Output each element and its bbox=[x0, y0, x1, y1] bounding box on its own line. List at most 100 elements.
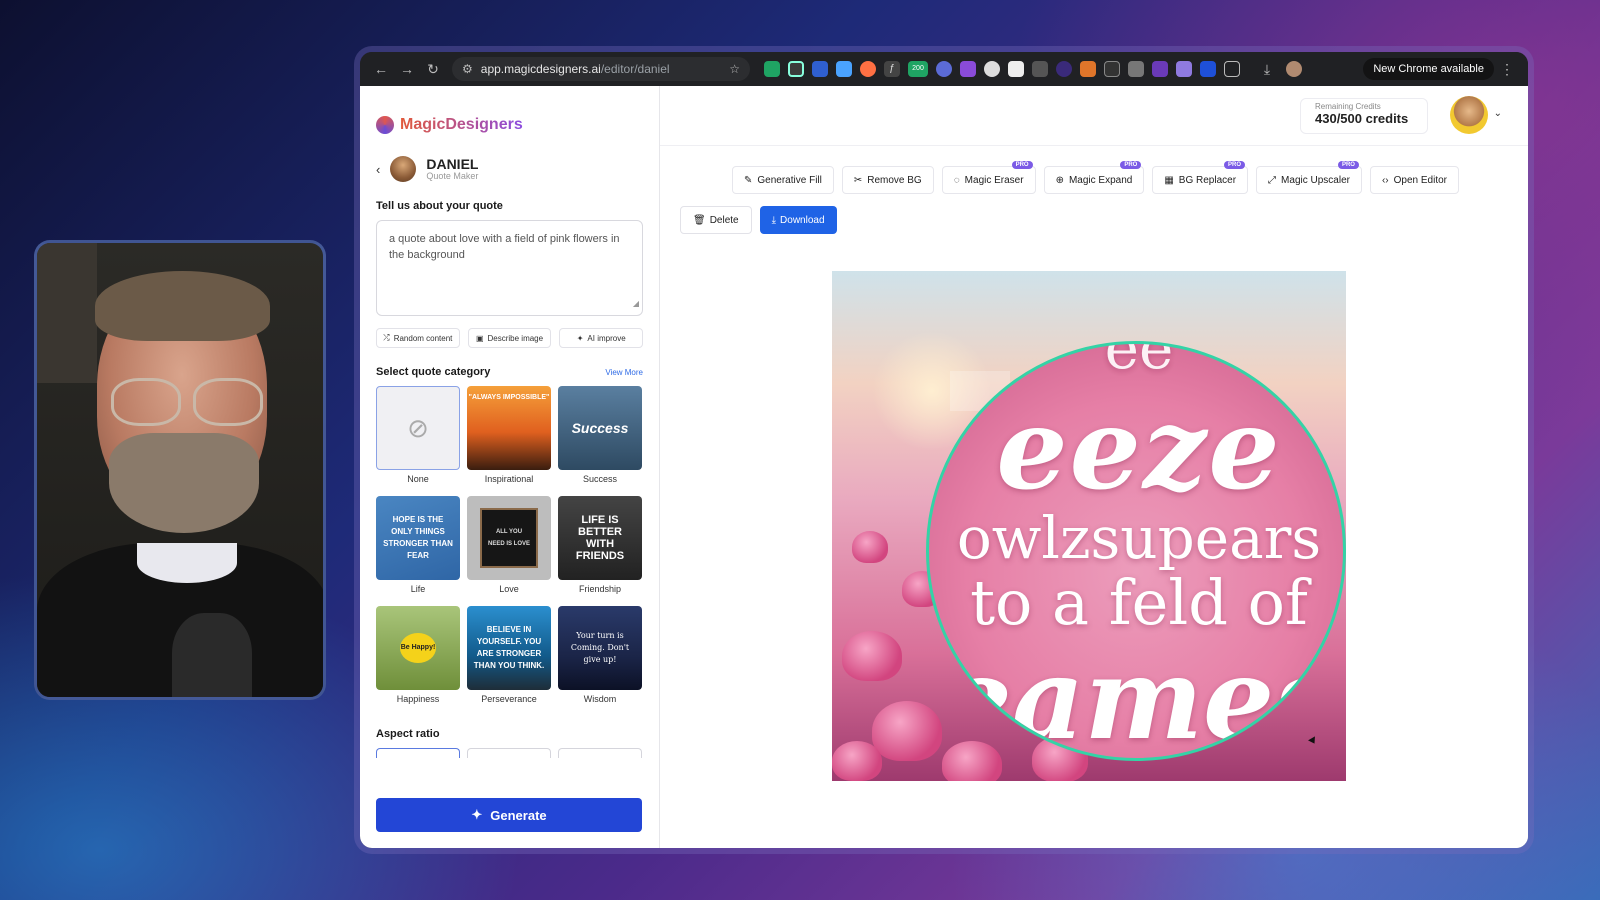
extension-icon[interactable] bbox=[1032, 61, 1048, 77]
category-thumbnail: Your turn is Coming. Don't give up! bbox=[558, 606, 642, 690]
category-label: Wisdom bbox=[583, 694, 617, 704]
menu-kebab-icon[interactable]: ⋮ bbox=[1494, 61, 1520, 78]
category-wisdom[interactable]: Your turn is Coming. Don't give up! Wisd… bbox=[558, 606, 642, 704]
category-inspirational[interactable]: "ALWAYS IMPOSSIBLE" Inspirational bbox=[467, 386, 551, 484]
left-panel: MagicDesigners ‹ DANIEL Quote Maker Tell… bbox=[360, 86, 660, 848]
extension-icon[interactable] bbox=[984, 61, 1000, 77]
address-bar[interactable]: ⚙ app.magicdesigners.ai/editor/daniel ☆ bbox=[452, 57, 750, 81]
tulip bbox=[832, 741, 882, 781]
describe-image-button[interactable]: ▣ Describe image bbox=[467, 328, 552, 348]
extension-icon[interactable] bbox=[764, 61, 780, 77]
extension-icon[interactable] bbox=[960, 61, 976, 77]
extension-badge-icon[interactable]: 200 bbox=[908, 61, 928, 77]
generate-label: Generate bbox=[490, 807, 547, 823]
bookmark-star-icon[interactable]: ☆ bbox=[729, 62, 740, 76]
category-happiness[interactable]: Be Happy! Happiness bbox=[376, 606, 460, 704]
remove-bg-button[interactable]: ✂ Remove BG bbox=[841, 166, 934, 194]
new-chrome-button[interactable]: New Chrome available bbox=[1363, 58, 1494, 80]
edit-toolbar: ✎ Generative Fill ✂ Remove BG ◌ Magic Erase… bbox=[732, 161, 1460, 194]
image-actions: 🗑 Delete ⤓ Download bbox=[680, 206, 837, 234]
delete-button[interactable]: 🗑 Delete bbox=[680, 206, 752, 234]
extension-icon[interactable]: ƒ bbox=[884, 61, 900, 77]
background-shelf bbox=[37, 243, 97, 383]
generative-fill-button[interactable]: ✎ Generative Fill bbox=[732, 166, 834, 194]
extension-icon[interactable] bbox=[1056, 61, 1072, 77]
credits-value: 430/500 credits bbox=[1315, 111, 1409, 126]
resize-handle-icon[interactable]: ◢ bbox=[633, 296, 639, 312]
extension-icon[interactable] bbox=[1104, 61, 1120, 77]
magic-expand-button[interactable]: ⊕ Magic Expand PRO bbox=[1043, 161, 1145, 194]
eraser-icon: ◌ bbox=[953, 174, 960, 186]
no-category-icon: ⊘ bbox=[376, 386, 460, 470]
aspect-ratio-option[interactable] bbox=[558, 748, 642, 758]
extension-icon[interactable] bbox=[812, 61, 828, 77]
image-icon: ▣ bbox=[475, 333, 484, 343]
quote-line: eames bbox=[940, 634, 1338, 761]
generate-button[interactable]: ✦ Generate bbox=[376, 798, 642, 832]
magic-wand-icon: ✎ bbox=[744, 174, 753, 186]
chevron-left-icon[interactable]: ‹ bbox=[376, 162, 380, 177]
category-life[interactable]: HOPE IS THE ONLY THINGS STRONGER THAN FE… bbox=[376, 496, 460, 594]
extension-icon[interactable] bbox=[1008, 61, 1024, 77]
presenter-hair bbox=[95, 271, 270, 341]
user-avatar[interactable] bbox=[1450, 96, 1488, 134]
extension-icon[interactable] bbox=[1080, 61, 1096, 77]
editor-area: Remaining Credits 430/500 credits ⌄ ✎ Gen… bbox=[660, 86, 1528, 848]
extension-icon[interactable] bbox=[1176, 61, 1192, 77]
random-content-button[interactable]: ⤮ Random content bbox=[376, 328, 460, 348]
magic-eraser-button[interactable]: ◌ Magic Eraser PRO bbox=[941, 161, 1036, 194]
category-label: Inspirational bbox=[484, 474, 534, 484]
scissors-icon: ✂ bbox=[853, 174, 863, 186]
extension-icon[interactable] bbox=[788, 61, 804, 77]
extensions-puzzle-icon[interactable] bbox=[1224, 61, 1240, 77]
chevron-down-icon[interactable]: ⌄ bbox=[1494, 108, 1502, 119]
webcam-overlay bbox=[34, 240, 326, 700]
category-grid: ⊘ None "ALWAYS IMPOSSIBLE" Inspirational… bbox=[376, 386, 643, 704]
site-settings-icon[interactable]: ⚙ bbox=[462, 62, 473, 76]
trash-icon: 🗑 bbox=[693, 214, 706, 226]
category-header: Select quote category View More bbox=[376, 366, 643, 378]
forward-arrow-icon[interactable]: → bbox=[394, 61, 420, 77]
extension-icon[interactable] bbox=[1152, 61, 1168, 77]
view-more-link[interactable]: View More bbox=[605, 368, 643, 377]
generated-image[interactable]: ee eeze owlzsupears to a feld of eames bbox=[832, 271, 1346, 781]
quote-textarea[interactable]: a quote about love with a field of pink … bbox=[376, 220, 643, 316]
extension-icon[interactable] bbox=[860, 61, 876, 77]
download-icon[interactable]: ⤓ bbox=[1254, 61, 1280, 78]
reload-icon[interactable]: ↻ bbox=[420, 61, 446, 78]
category-thumbnail: Be Happy! bbox=[376, 606, 460, 690]
download-button[interactable]: ⤓ Download bbox=[759, 206, 837, 234]
letter-board: ALL YOU NEED IS LOVE bbox=[480, 508, 538, 568]
thumbnail-text: Success bbox=[571, 420, 629, 436]
thumbnail-text: BELIEVE IN YOURSELF. YOU ARE STRONGER TH… bbox=[473, 625, 545, 670]
logo-text: MagicDesigners bbox=[400, 116, 523, 133]
category-love[interactable]: ALL YOU NEED IS LOVE Love bbox=[467, 496, 551, 594]
quote-line: owlzsupears bbox=[956, 504, 1322, 572]
extension-icon[interactable] bbox=[836, 61, 852, 77]
pro-badge: PRO bbox=[1224, 161, 1246, 169]
app-logo[interactable]: MagicDesigners bbox=[376, 116, 643, 134]
open-editor-button[interactable]: ‹› Open Editor bbox=[1369, 166, 1460, 194]
pro-badge: PRO bbox=[1337, 161, 1359, 169]
shuffle-icon: ⤮ bbox=[383, 333, 390, 342]
category-success[interactable]: Success Success bbox=[558, 386, 642, 484]
extension-icon[interactable] bbox=[936, 61, 952, 77]
category-thumbnail: BELIEVE IN YOURSELF. YOU ARE STRONGER TH… bbox=[467, 606, 551, 690]
bg-replacer-button[interactable]: ▦ BG Replacer PRO bbox=[1152, 161, 1249, 194]
aspect-ratio-option[interactable] bbox=[376, 748, 460, 758]
category-none[interactable]: ⊘ None bbox=[376, 386, 460, 484]
pro-badge: PRO bbox=[1120, 161, 1142, 169]
back-arrow-icon[interactable]: ← bbox=[368, 61, 394, 77]
category-friendship[interactable]: LIFE IS BETTER WITH FRIENDS Friendship bbox=[558, 496, 642, 594]
tulip bbox=[842, 631, 902, 681]
magic-upscaler-button[interactable]: ⤢ Magic Upscaler PRO bbox=[1256, 161, 1362, 194]
category-title: Select quote category bbox=[376, 366, 491, 378]
profile-avatar-icon[interactable] bbox=[1286, 61, 1302, 77]
presenter-glasses bbox=[107, 378, 267, 428]
extension-icon[interactable] bbox=[1128, 61, 1144, 77]
category-perseverance[interactable]: BELIEVE IN YOURSELF. YOU ARE STRONGER TH… bbox=[467, 606, 551, 704]
category-label: Perseverance bbox=[481, 694, 537, 704]
ai-improve-button[interactable]: ✦ AI improve bbox=[559, 328, 644, 348]
extension-icon[interactable] bbox=[1200, 61, 1216, 77]
aspect-ratio-option[interactable] bbox=[467, 748, 551, 758]
